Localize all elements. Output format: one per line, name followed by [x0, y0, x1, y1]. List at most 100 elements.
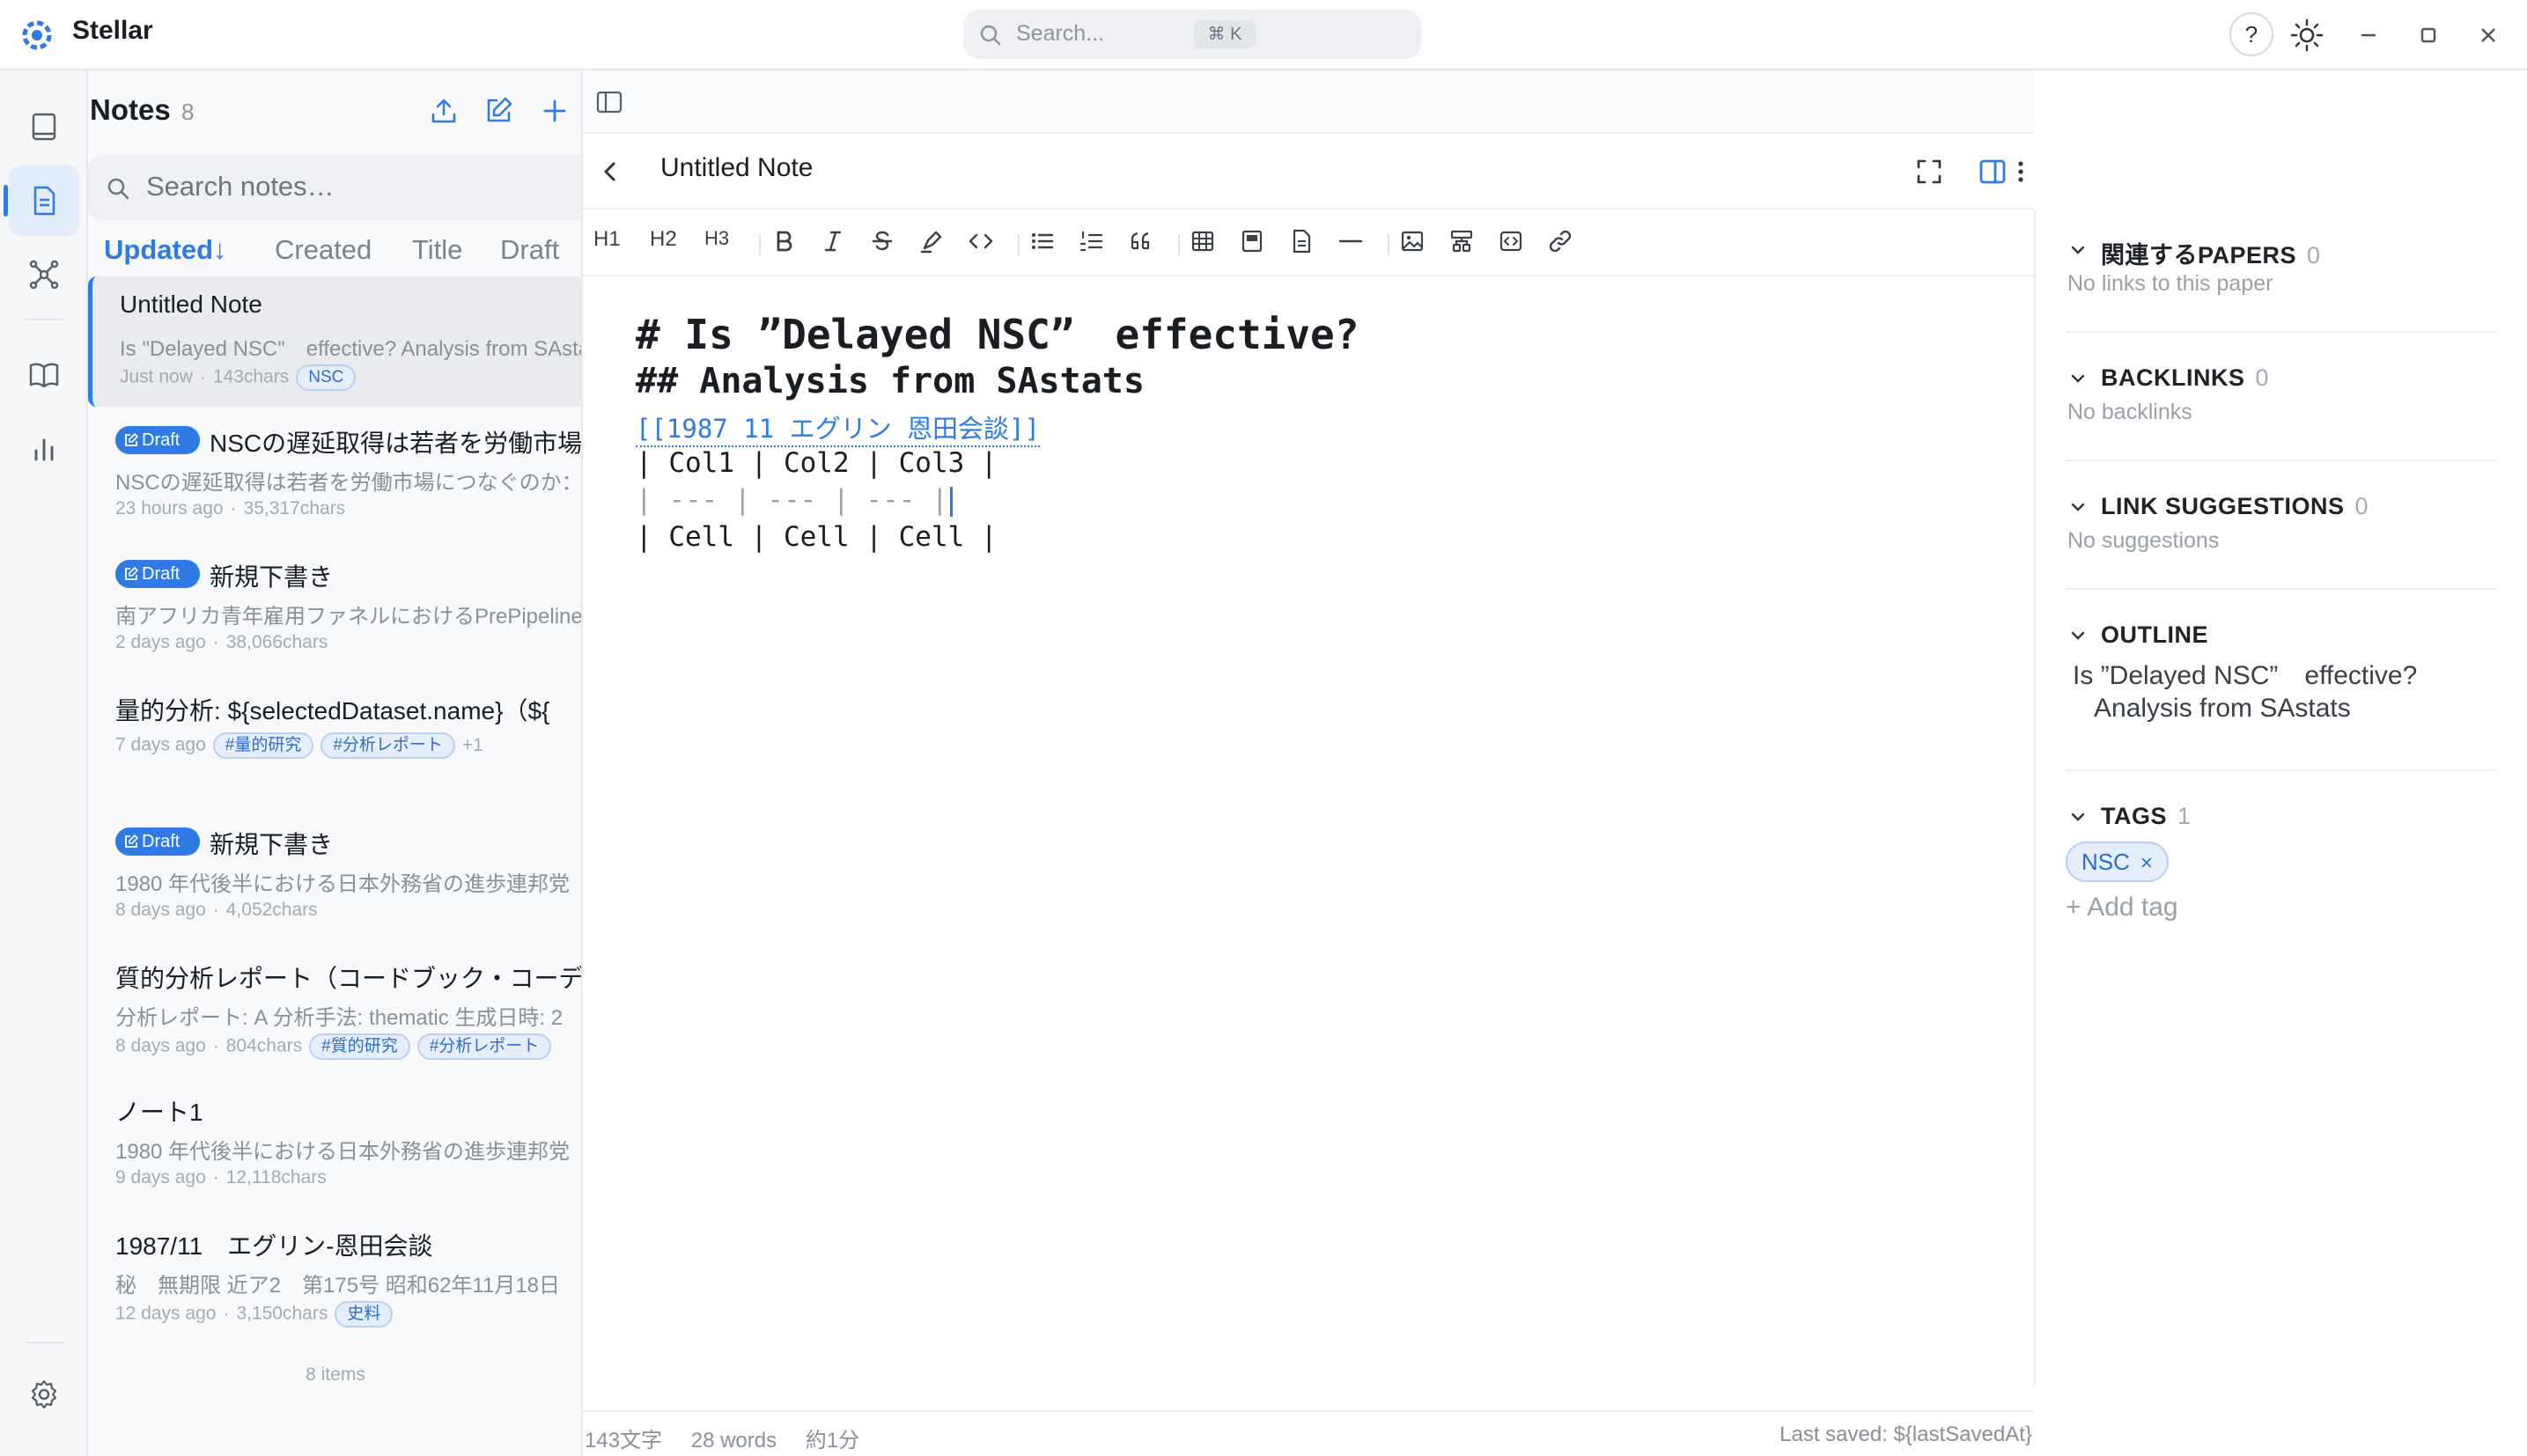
strikethrough-button[interactable] [868, 227, 896, 259]
sun-icon[interactable] [2289, 18, 2324, 53]
heading3-button[interactable]: H3 [704, 227, 729, 259]
highlighter-icon [920, 231, 942, 254]
draft-badge: Draft [115, 560, 200, 588]
note-list-item[interactable]: Untitled Note Is "Delayed NSC" effective?… [88, 276, 581, 407]
rail-graph-button[interactable] [9, 239, 79, 310]
bold-button[interactable] [770, 227, 798, 259]
outline-item-h1[interactable]: Is ”Delayed NSC” effective? [2073, 653, 2417, 692]
status-chars: 143文字 [585, 1429, 663, 1452]
markdown-table-row: | Col1 | Col2 | Col3 | [636, 447, 998, 479]
note-list-item[interactable]: Draft 新規下書き 南アフリカ青年雇用ファネルにおけるPrePipeline 2 … [88, 544, 581, 674]
edit-icon[interactable] [483, 95, 514, 127]
backlinks-header[interactable]: BACKLINKS 0 [2101, 364, 2269, 392]
chevron-down-icon[interactable] [2067, 625, 2089, 646]
markdown-heading1: # Is ”Delayed NSC” effective? [636, 311, 1359, 358]
markdown-table-row: | Cell | Cell | Cell | [636, 521, 998, 553]
toolbar-divider [1018, 234, 1020, 255]
export-icon[interactable] [428, 95, 460, 127]
divider-button[interactable] [1337, 227, 1365, 259]
numbered-list-button[interactable] [1078, 227, 1106, 259]
note-title: ノート1 [115, 1099, 203, 1126]
outline-header[interactable]: OUTLINE [2101, 621, 2208, 649]
close-icon[interactable] [2472, 19, 2504, 51]
sort-tab-draft[interactable]: Draft [500, 234, 559, 266]
note-tag-chip[interactable]: #量的研究 [212, 732, 314, 759]
note-preview: 1980 年代後半における日本外務省の進歩連邦党 [115, 1140, 571, 1164]
horizontal-rule-icon [1338, 239, 1363, 243]
note-tag-chip[interactable]: #質的研究 [309, 1033, 410, 1060]
note-meta: 23 hours ago · 35,317chars [115, 498, 346, 518]
note-tag-chip[interactable]: #分析レポート [416, 1033, 552, 1060]
sidebar-toggle-icon[interactable] [595, 88, 623, 116]
rail-settings-button[interactable] [9, 1359, 79, 1430]
chevron-left-icon[interactable] [595, 157, 625, 187]
heading2-button[interactable]: H2 [650, 227, 677, 259]
heading1-button[interactable]: H1 [593, 227, 621, 259]
search-icon [107, 178, 129, 200]
minimize-icon[interactable] [2353, 19, 2384, 51]
embed-document-button[interactable] [1287, 227, 1315, 259]
note-tag-chip[interactable]: NSC [296, 364, 357, 391]
image-button[interactable] [1398, 227, 1426, 259]
note-char-count: 804chars [225, 1035, 303, 1056]
callout-button[interactable] [1238, 227, 1266, 259]
note-list-item[interactable]: Draft 新規下書き 1980 年代後半における日本外務省の進歩連邦党 8 days… [88, 812, 581, 942]
status-last-saved: Last saved: ${lastSavedAt} [1779, 1423, 2032, 1446]
remove-tag-icon[interactable]: × [2140, 851, 2153, 875]
italic-button[interactable] [819, 227, 847, 259]
more-vertical-icon[interactable] [2008, 155, 2034, 188]
bullet-list-button[interactable] [1028, 227, 1057, 259]
tags-header[interactable]: TAGS 1 [2101, 803, 2192, 830]
diagram-button[interactable] [1448, 227, 1476, 259]
notes-header: Notes 8 [88, 70, 581, 151]
link-button[interactable] [1546, 227, 1574, 259]
note-tag-chip[interactable]: 史料 [335, 1301, 394, 1327]
notes-panel: Notes 8 Search notes… Updated↓ Created T… [88, 70, 583, 1456]
rail-reader-button[interactable] [9, 340, 79, 410]
right-panel-toggle-icon[interactable] [1976, 155, 2009, 188]
note-list-item[interactable]: 質的分析レポート（コードブック・コーデ 分析レポート: A 分析手法: thema… [88, 945, 581, 1076]
chevron-down-icon[interactable] [2067, 368, 2089, 389]
highlight-button[interactable] [917, 227, 946, 259]
note-list-item[interactable]: 1987/11 エグリン-恩田会談秘 無期限 近ア2 第175号 昭和62年11… [88, 1213, 581, 1343]
fullscreen-icon[interactable] [1912, 155, 1946, 188]
note-list-item[interactable]: Draft NSCの遅延取得は若者を労働市場につなぐのか NSCの遅延取得は若者を労… [88, 410, 581, 540]
sort-tab-created[interactable]: Created [275, 234, 372, 266]
format-toolbar: H1 H2 H3 [583, 211, 2034, 276]
app-name: Stellar [72, 16, 153, 45]
sort-tab-title[interactable]: Title [412, 234, 462, 266]
section-divider [2066, 588, 2497, 590]
related-papers-header[interactable]: 関連するPAPERS 0 [2101, 236, 2321, 270]
notes-search-input[interactable]: Search notes… [88, 155, 581, 220]
note-meta: 12 days ago · 3,150chars 史料 [115, 1301, 394, 1327]
code-block-button[interactable] [1497, 227, 1525, 259]
rail-notes-button[interactable] [4, 165, 79, 236]
note-time: 7 days ago [115, 734, 206, 755]
note-preview: 秘 無期限 近ア2 第175号 昭和62年11月18日 [115, 1274, 561, 1298]
help-button[interactable]: ? [2229, 12, 2273, 56]
code-button[interactable] [967, 227, 995, 259]
note-list-item[interactable]: ノート1 1980 年代後半における日本外務省の進歩連邦党 9 days ago · 1… [88, 1079, 581, 1210]
draft-badge: Draft [115, 426, 200, 454]
plus-icon[interactable] [539, 95, 571, 127]
quote-button[interactable] [1127, 227, 1155, 259]
wiki-link[interactable]: [[1987 11 エグリン 恩田会談]] [636, 408, 1040, 447]
outline-item-h2[interactable]: Analysis from SAstats [2094, 694, 2351, 724]
rail-library-button[interactable] [9, 92, 79, 162]
rail-analytics-button[interactable] [9, 414, 79, 484]
note-list-item[interactable]: 量的分析: ${selectedDataset.name}（${7 days a… [88, 678, 581, 808]
chevron-down-icon[interactable] [2067, 806, 2089, 827]
add-tag-button[interactable]: + Add tag [2066, 893, 2178, 923]
chevron-down-icon[interactable] [2067, 496, 2089, 518]
chevron-down-icon[interactable] [2067, 239, 2089, 261]
bullet-list-icon [1032, 233, 1054, 249]
link-suggestions-header[interactable]: LINK SUGGESTIONS 0 [2101, 493, 2369, 520]
notes-count: 8 [181, 99, 195, 125]
tag-chip[interactable]: NSC × [2066, 842, 2169, 882]
global-search-input[interactable]: Search... ⌘ K [963, 10, 1421, 59]
note-tag-chip[interactable]: #分析レポート [320, 732, 455, 759]
table-button[interactable] [1189, 227, 1217, 259]
note-title[interactable]: Untitled Note [660, 153, 813, 183]
maximize-icon[interactable] [2413, 19, 2444, 51]
sort-tab-updated[interactable]: Updated↓ [104, 234, 227, 266]
